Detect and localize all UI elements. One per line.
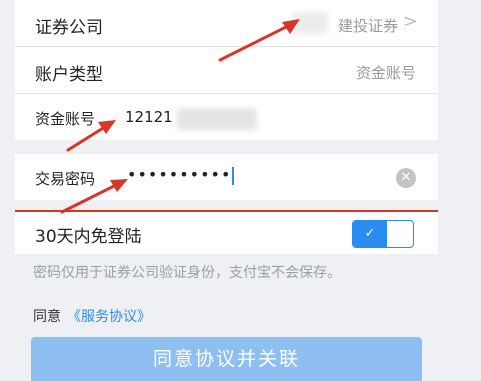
arrow-to-password — [60, 181, 122, 214]
arrow-to-account-number — [66, 123, 110, 152]
arrowhead — [98, 120, 116, 134]
annotation-arrows — [60, 19, 300, 214]
arrow-to-broker — [218, 22, 294, 62]
